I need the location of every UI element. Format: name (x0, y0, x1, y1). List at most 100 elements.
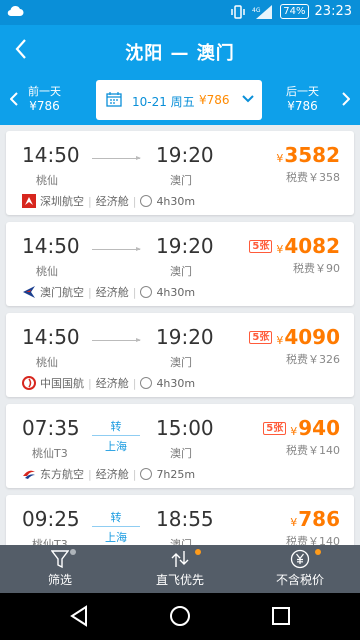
arrival-airport: 澳门 (170, 447, 192, 460)
next-day-button[interactable]: 后一天 ¥786 (286, 83, 319, 113)
departure-airport: 桃仙 (36, 174, 58, 187)
currency-symbol: ¥ (290, 516, 298, 529)
prev-day-button[interactable]: 前一天 ¥786 (28, 83, 61, 113)
chevron-down-icon (242, 95, 254, 103)
exclude-tax-dot (315, 549, 321, 555)
arrival-time: 19:20 (156, 325, 214, 349)
flight-card[interactable]: 14:50 桃仙 19:20 澳门 澳门航空 | 经济舱 | 4h30m 5张 ¥… (6, 222, 354, 306)
clock-icon (140, 377, 153, 389)
filter-label: 筛选 (47, 573, 72, 587)
flight-duration: 4h30m (156, 376, 196, 390)
departure-airport: 桃仙T3 (32, 538, 68, 545)
arrival-time: 15:00 (156, 416, 214, 440)
nav-recents-icon[interactable] (270, 605, 292, 627)
departure-airport: 桃仙 (36, 356, 58, 369)
arrival-time: 19:20 (156, 234, 214, 258)
tax-fee: 税费￥140 (286, 444, 340, 457)
shenzhen-airlines-logo-icon (22, 194, 36, 208)
divider: | (88, 376, 92, 390)
seats-left-badge: 5张 (263, 422, 287, 435)
svg-text:4G: 4G (252, 7, 261, 14)
arrival-airport: 澳门 (170, 174, 192, 187)
flight-duration: 4h30m (156, 285, 196, 299)
arrival-time: 19:20 (156, 143, 214, 167)
departure-airport: 桃仙 (36, 265, 58, 278)
air-china-logo-icon (22, 376, 36, 390)
route-line (92, 156, 141, 160)
arrival-airport: 澳门 (170, 356, 192, 369)
filter-dot (70, 549, 76, 555)
direct-first-button[interactable]: 直飞优先 (120, 549, 240, 588)
route-line (92, 247, 141, 251)
exclude-tax-button[interactable]: 不含税价 (240, 549, 360, 588)
date-picker[interactable]: 10-21 周五 ¥786 (96, 80, 262, 120)
flight-card[interactable]: 09:25 桃仙T3 转 上海 18:55 澳门 ¥786 税费￥140 (6, 495, 354, 545)
page-title: 沈阳 — 澳门 (125, 43, 235, 64)
route-line (92, 526, 140, 527)
cabin-class: 经济舱 (95, 195, 129, 208)
next-day-price: ¥786 (287, 99, 318, 113)
flight-price: 4090 (284, 325, 340, 349)
selected-date: 10-21 周五 (132, 95, 195, 109)
departure-airport: 桃仙T3 (32, 447, 68, 460)
divider: | (132, 467, 137, 481)
nav-back-icon[interactable] (68, 605, 90, 627)
clock-icon (140, 286, 153, 298)
airline-name: 深圳航空 (40, 195, 84, 208)
airline-name: 中国国航 (40, 377, 84, 390)
route-line (92, 338, 141, 342)
china-eastern-logo-icon (23, 470, 35, 479)
exclude-tax-label: 不含税价 (275, 573, 324, 587)
clock-icon (140, 195, 153, 207)
price-box: 5张 ¥4090 税费￥326 (249, 325, 340, 367)
divider: | (88, 194, 92, 208)
vibrate-icon (231, 4, 246, 19)
next-day-arrow-icon[interactable] (342, 92, 350, 106)
arrival-airport: 澳门 (170, 265, 192, 278)
flight-meta: 澳门航空 | 经济舱 | 4h30m (22, 284, 195, 300)
status-bar: 4G 74% 23:23 (0, 0, 360, 25)
filter-icon (50, 550, 70, 569)
cabin-class: 经济舱 (95, 377, 129, 390)
flight-meta: 中国国航 | 经济舱 | 4h30m (22, 375, 195, 391)
flight-meta: 深圳航空 | 经济舱 | 4h30m (22, 193, 195, 209)
status-right: 4G 74% 23:23 (230, 4, 352, 19)
seats-left-badge: 5张 (249, 331, 273, 344)
currency-symbol: ¥ (276, 334, 284, 347)
flight-price: 786 (298, 507, 340, 531)
departure-time: 09:25 (22, 507, 80, 531)
flight-duration: 7h25m (156, 467, 196, 481)
transfer-city: 上海 (105, 440, 127, 453)
battery-indicator: 74% (280, 4, 309, 19)
nav-home-icon[interactable] (169, 605, 191, 627)
price-box: 5张 ¥4082 税费￥90 (249, 234, 340, 276)
prev-day-arrow-icon[interactable] (10, 92, 18, 106)
flight-card[interactable]: 14:50 桃仙 19:20 澳门 深圳航空 | 经济舱 | 4h30m ¥35… (6, 131, 354, 215)
flight-price: 4082 (284, 234, 340, 258)
departure-time: 14:50 (22, 234, 80, 258)
next-day-label: 后一天 (286, 85, 319, 98)
flight-price: 3582 (284, 143, 340, 167)
price-box: ¥3582 税费￥358 (276, 143, 340, 185)
selected-date-price: ¥786 (199, 93, 230, 107)
transfer-label: 转 (110, 420, 122, 433)
divider: | (132, 285, 137, 299)
currency-symbol: ¥ (290, 425, 298, 438)
air-macau-logo-icon (23, 286, 35, 298)
flight-card[interactable]: 07:35 桃仙T3 转 上海 15:00 澳门 东方航空 | 经济舱 | 7h… (6, 404, 354, 488)
bottom-action-bar: 筛选 直飞优先 不含税价 (0, 545, 360, 593)
seats-left-badge: 5张 (249, 240, 273, 253)
date-bar: 前一天 ¥786 10-21 周五 ¥786 后一天 ¥786 (0, 75, 360, 125)
tax-fee: 税费￥140 (286, 535, 340, 545)
tax-fee: 税费￥358 (286, 171, 340, 184)
tax-fee: 税费￥90 (293, 262, 340, 275)
clock-time: 23:23 (314, 4, 352, 19)
filter-button[interactable]: 筛选 (0, 549, 120, 588)
system-nav-bar (0, 593, 360, 640)
prev-day-label: 前一天 (28, 85, 61, 98)
divider: | (132, 194, 137, 208)
transfer-indicator: 转 上海 (92, 418, 140, 454)
transfer-indicator: 转 上海 (92, 509, 140, 545)
sort-icon (171, 551, 189, 567)
flight-card[interactable]: 14:50 桃仙 19:20 澳门 中国国航 | 经济舱 | 4h30m 5张 ¥… (6, 313, 354, 397)
